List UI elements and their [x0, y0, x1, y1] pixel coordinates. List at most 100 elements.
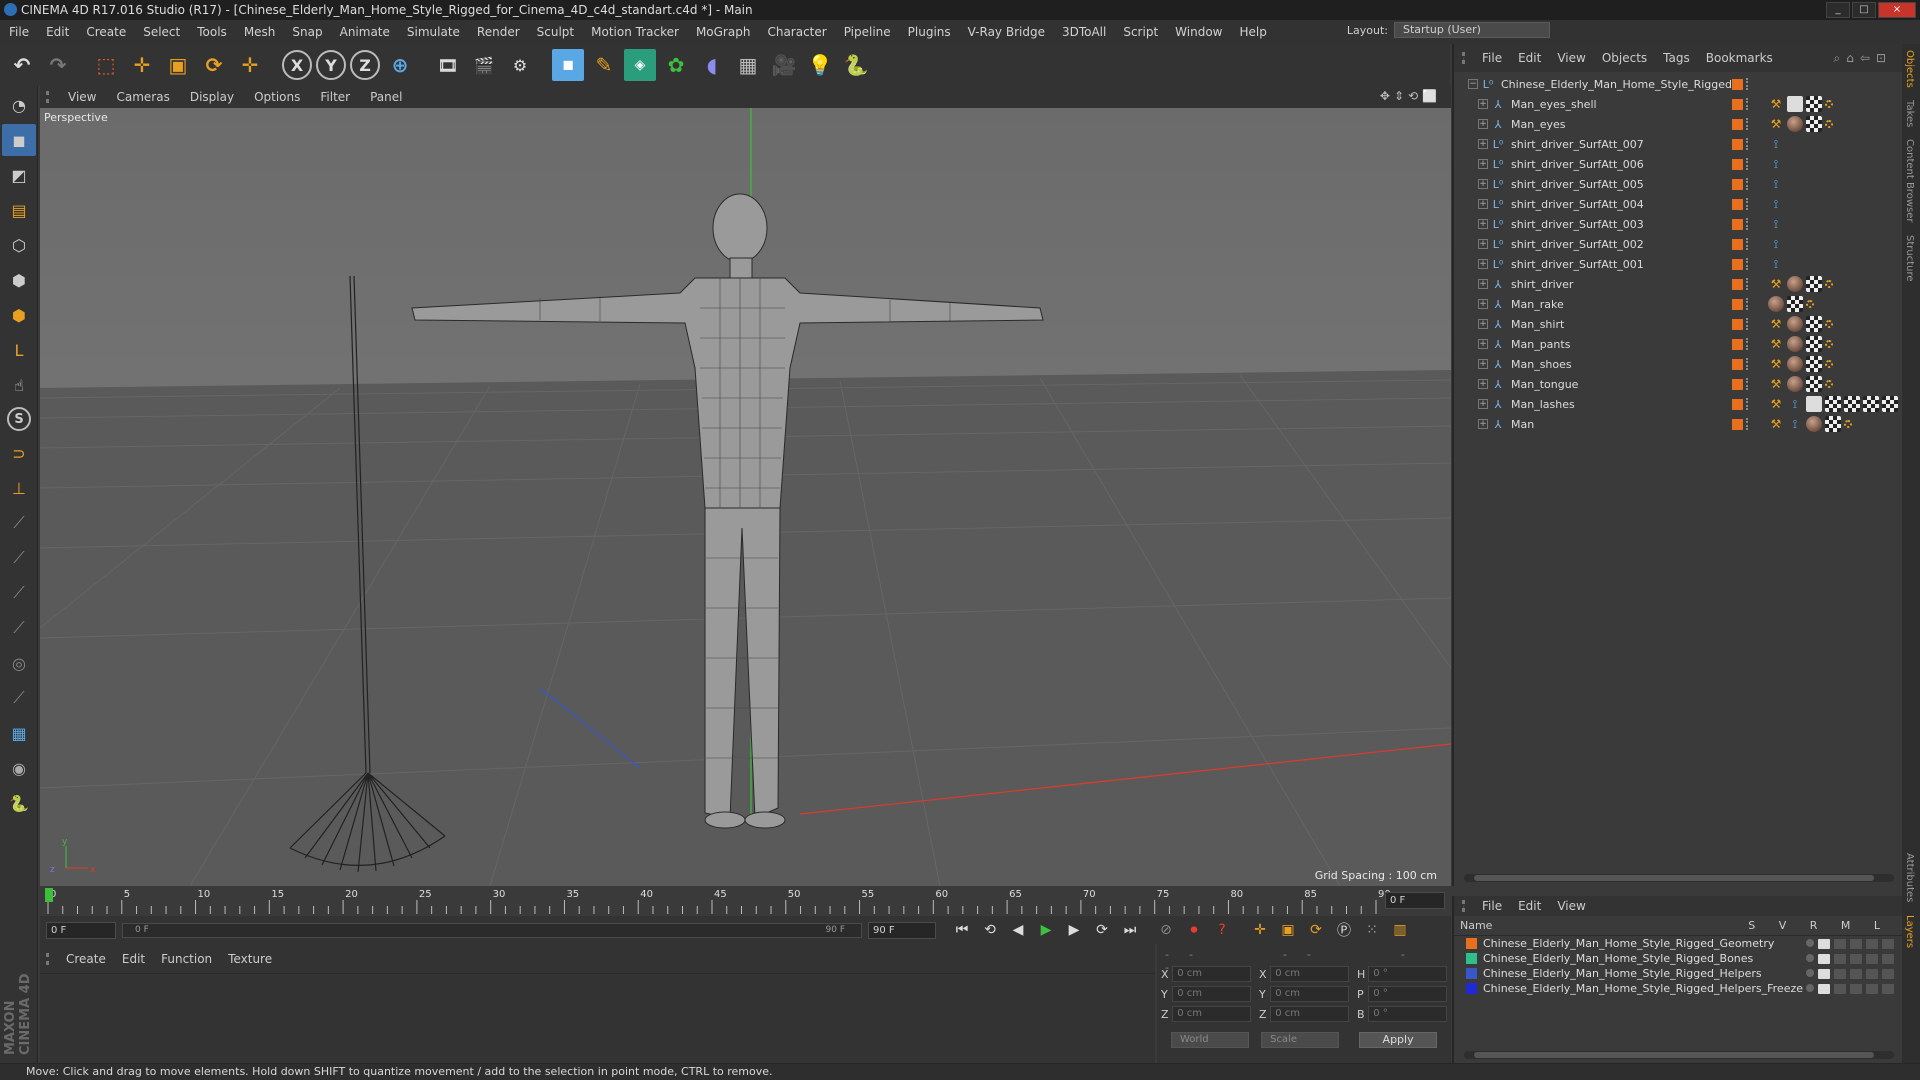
visibility-dots[interactable]	[1746, 358, 1750, 370]
constraint-tag-icon[interactable]: ⟟	[1768, 156, 1784, 172]
constraint-tag-icon[interactable]: ⟟	[1768, 216, 1784, 232]
menu-mesh[interactable]: Mesh	[235, 20, 284, 44]
close-button[interactable]: ×	[1878, 2, 1916, 18]
object-row[interactable]: + ⅄ Man_lashes ⚒ ⟟	[1478, 394, 1920, 414]
layer-toggles[interactable]	[1806, 983, 1894, 994]
expand-icon[interactable]: +	[1478, 319, 1488, 329]
menu-pipeline[interactable]: Pipeline	[835, 20, 899, 44]
constraint-tag-icon[interactable]: ⟟	[1768, 256, 1784, 272]
menu-snap[interactable]: Snap	[283, 20, 330, 44]
next-key-icon[interactable]: ⟳	[1090, 919, 1114, 941]
menu-plugins[interactable]: Plugins	[899, 20, 959, 44]
end-frame-field[interactable]: 90 F	[868, 921, 936, 939]
expand-icon[interactable]: +	[1478, 259, 1488, 269]
material-tag-icon[interactable]	[1787, 276, 1803, 292]
viewport-menu-panel[interactable]: Panel	[360, 90, 412, 104]
camera-icon[interactable]: 🎥	[768, 49, 800, 81]
tab-layers[interactable]: Layers	[1902, 909, 1917, 954]
weight-tag-icon[interactable]: ⚒	[1768, 336, 1784, 352]
cube-icon[interactable]: ◼	[552, 49, 584, 81]
object-row[interactable]: + ⅄ Man_shoes ⚒	[1478, 354, 1920, 374]
uvw-tag-icon[interactable]	[1825, 396, 1841, 412]
rotation-h-field[interactable]: 0 °	[1368, 966, 1447, 982]
visibility-dots[interactable]	[1746, 118, 1750, 130]
expand-icon[interactable]: +	[1478, 99, 1488, 109]
weight-tag-icon[interactable]: ⚒	[1768, 356, 1784, 372]
constraint-tag-icon[interactable]: ⟟	[1768, 136, 1784, 152]
visibility-dots[interactable]	[1746, 138, 1750, 150]
key-pla-icon[interactable]: ⁙	[1360, 919, 1384, 941]
uvw-tag-icon[interactable]	[1806, 316, 1822, 332]
start-frame-field[interactable]: 0 F	[46, 921, 116, 939]
menu-3dtoall[interactable]: 3DToAll	[1053, 20, 1114, 44]
object-row[interactable]: + L⁰ shirt_driver_SurfAtt_005 ⟟	[1478, 174, 1920, 194]
visibility-dots[interactable]	[1746, 258, 1750, 270]
object-row[interactable]: + L⁰ shirt_driver_SurfAtt_004 ⟟	[1478, 194, 1920, 214]
tab-content-browser[interactable]: Content Browser	[1902, 133, 1917, 228]
layer-color-swatch[interactable]	[1466, 968, 1477, 979]
next-frame-icon[interactable]: ▶	[1062, 919, 1086, 941]
object-row[interactable]: + L⁰ shirt_driver_SurfAtt_001 ⟟	[1478, 254, 1920, 274]
menu-help[interactable]: Help	[1230, 20, 1274, 44]
live-selection-icon[interactable]: ⬚	[90, 49, 122, 81]
model-mode-icon[interactable]: ◼	[2, 124, 36, 156]
render-picture-viewer-icon[interactable]: 🎬	[468, 49, 500, 81]
layer-icon[interactable]: ◉	[2, 752, 36, 784]
visibility-dots[interactable]	[1746, 418, 1750, 430]
visibility-dots[interactable]	[1746, 198, 1750, 210]
menu-script[interactable]: Script	[1114, 20, 1166, 44]
menu-simulate[interactable]: Simulate	[398, 20, 468, 44]
expand-icon[interactable]: +	[1478, 299, 1488, 309]
menu-animate[interactable]: Animate	[331, 20, 398, 44]
y-axis-icon[interactable]: Y	[316, 50, 346, 80]
play-icon[interactable]: ▶	[1034, 919, 1058, 941]
om-menu-edit[interactable]: Edit	[1510, 51, 1549, 65]
x-axis-icon[interactable]: X	[282, 50, 312, 80]
object-row[interactable]: + ⅄ Man_shirt ⚒	[1478, 314, 1920, 334]
lm-menu-edit[interactable]: Edit	[1510, 899, 1549, 913]
object-row[interactable]: + ⅄ Man_pants ⚒	[1478, 334, 1920, 354]
coordinate-system-icon[interactable]: ⊕	[384, 49, 416, 81]
array-icon[interactable]: ✿	[660, 49, 692, 81]
object-row[interactable]: + ⅄ Man_eyes_shell ⚒	[1478, 94, 1920, 114]
tab-structure[interactable]: Structure	[1902, 229, 1917, 288]
layer-manager-scrollbar[interactable]	[1464, 1051, 1894, 1059]
weight-tag-icon[interactable]: ⚒	[1768, 376, 1784, 392]
uvw-tag-icon[interactable]	[1844, 396, 1860, 412]
uvw-tag-icon[interactable]	[1806, 336, 1822, 352]
texture-mode-icon[interactable]: ◩	[2, 159, 36, 191]
visibility-dots[interactable]	[1746, 398, 1750, 410]
position-x-field[interactable]: 0 cm	[1172, 966, 1251, 982]
visibility-dots[interactable]	[1746, 218, 1750, 230]
collapse-icon[interactable]: −	[1468, 79, 1478, 89]
texture-tag-icon[interactable]	[1787, 96, 1803, 112]
layout-dropdown[interactable]: Startup (User)	[1394, 22, 1550, 38]
menu-motion-tracker[interactable]: Motion Tracker	[582, 20, 687, 44]
material-tag-icon[interactable]	[1787, 116, 1803, 132]
layer-color-swatch[interactable]	[1466, 953, 1477, 964]
material-tag-icon[interactable]	[1787, 356, 1803, 372]
om-menu-objects[interactable]: Objects	[1594, 51, 1655, 65]
expand-icon[interactable]: +	[1478, 419, 1488, 429]
timeline-ruler[interactable]: 051015202530354045505560657075808590 0 F	[40, 886, 1451, 916]
tab-attributes[interactable]: Attributes	[1902, 847, 1917, 908]
phong-tag-icon[interactable]	[1825, 320, 1833, 328]
expand-icon[interactable]: +	[1478, 359, 1488, 369]
render-view-icon[interactable]: 🎞	[432, 49, 464, 81]
python-icon[interactable]: 🐍	[2, 787, 36, 819]
rotation-b-field[interactable]: 0 °	[1368, 1006, 1447, 1022]
object-manager-scrollbar[interactable]	[1464, 874, 1894, 882]
phong-tag-icon[interactable]	[1825, 340, 1833, 348]
key-scale-icon[interactable]: ▣	[1276, 919, 1300, 941]
points-mode-icon[interactable]: ⬡	[2, 229, 36, 261]
uvw-tag-icon[interactable]	[1806, 116, 1822, 132]
visibility-dots[interactable]	[1746, 298, 1750, 310]
menu-window[interactable]: Window	[1166, 20, 1230, 44]
object-row[interactable]: + ⅄ shirt_driver ⚒	[1478, 274, 1920, 294]
menu-v-ray-bridge[interactable]: V-Ray Bridge	[959, 20, 1053, 44]
position-y-field[interactable]: 0 cm	[1172, 986, 1251, 1002]
current-frame-field[interactable]: 0 F	[1385, 892, 1445, 909]
expand-icon[interactable]: +	[1478, 219, 1488, 229]
lm-menu-view[interactable]: View	[1549, 899, 1593, 913]
viewport-menu-view[interactable]: View	[58, 90, 106, 104]
